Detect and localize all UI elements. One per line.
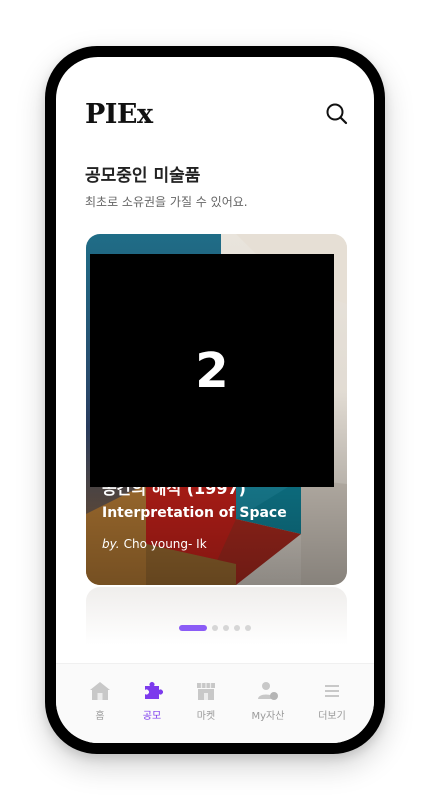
artist-name: Cho young- Ik	[123, 537, 207, 551]
tab-market[interactable]: 마켓	[180, 680, 232, 722]
carousel-dot[interactable]	[234, 625, 240, 631]
tab-my-assets[interactable]: My자산	[242, 680, 294, 722]
card-reflection	[86, 587, 347, 645]
tab-more[interactable]: 더보기	[306, 680, 358, 722]
tab-label: 홈	[95, 711, 105, 722]
user-coin-icon	[258, 682, 278, 700]
section-subtitle: 최초로 소유권을 가질 수 있어요.	[85, 195, 248, 209]
tab-contest[interactable]: 공모	[126, 680, 178, 722]
home-icon	[90, 682, 110, 700]
search-button[interactable]	[324, 101, 350, 127]
carousel-pagination	[179, 625, 251, 631]
tab-label: 공모	[142, 711, 162, 722]
phone-frame: PIEx 공모중인 미술품 최초로 소유권을 가질 수 있어요. 공간의 해석 …	[45, 46, 385, 754]
store-icon	[197, 683, 215, 700]
artwork-artist: by. Cho young- Ik	[102, 537, 207, 551]
redaction-overlay: 2	[90, 254, 334, 487]
artist-prefix: by.	[102, 537, 120, 551]
artwork-title-english: Interpretation of Space	[102, 505, 287, 521]
carousel-dot[interactable]	[212, 625, 218, 631]
carousel-dot[interactable]	[223, 625, 229, 631]
app-screen: PIEx 공모중인 미술품 최초로 소유권을 가질 수 있어요. 공간의 해석 …	[56, 57, 374, 743]
menu-icon	[325, 685, 339, 697]
section-title: 공모중인 미술품	[85, 166, 201, 186]
tab-label: 마켓	[196, 711, 216, 722]
overlay-label: 2	[195, 342, 229, 399]
tab-label: 더보기	[318, 711, 346, 722]
puzzle-icon	[145, 682, 163, 699]
carousel-dot[interactable]	[245, 625, 251, 631]
app-logo: PIEx	[85, 99, 153, 130]
tab-label: My자산	[251, 711, 285, 722]
search-icon	[326, 103, 348, 125]
bottom-tab-bar: 홈 공모 마켓 My자산 더보기	[56, 663, 374, 743]
tab-home[interactable]: 홈	[74, 680, 126, 722]
carousel-dot-active[interactable]	[179, 625, 207, 631]
